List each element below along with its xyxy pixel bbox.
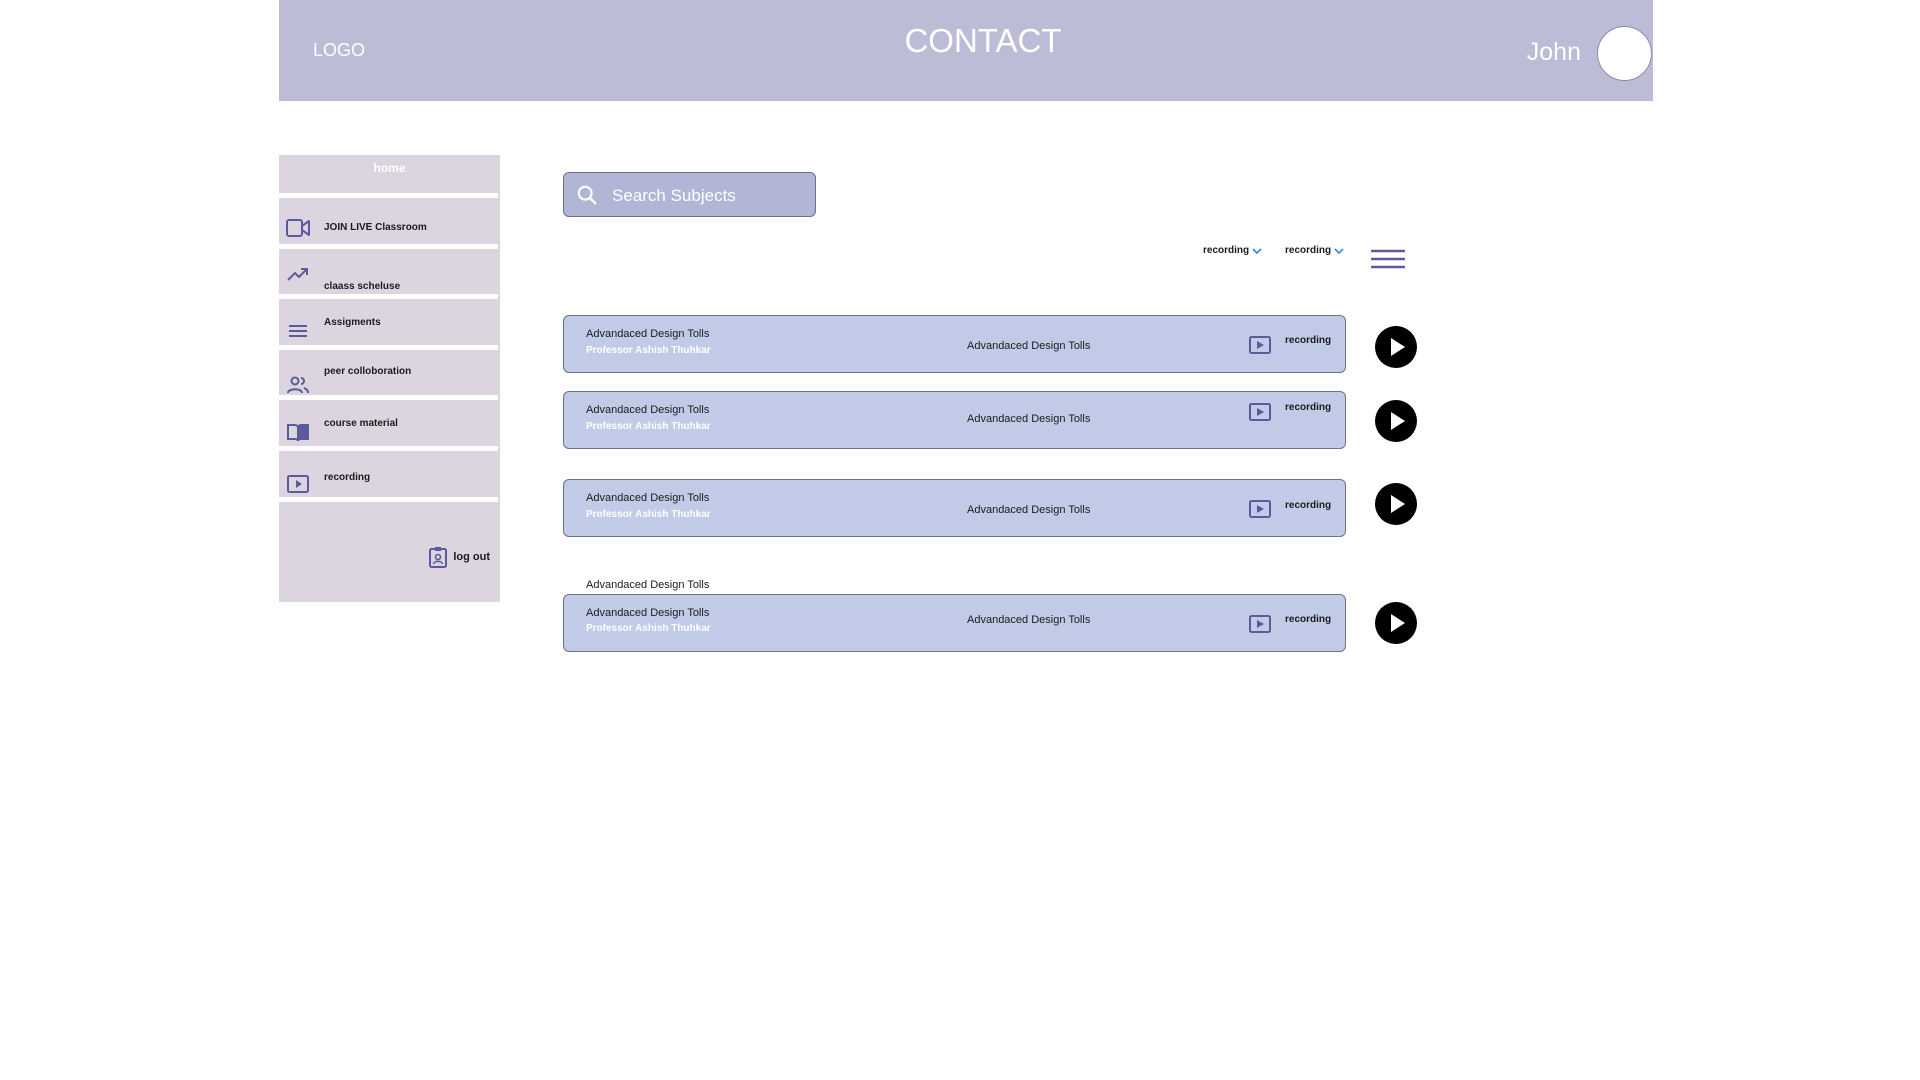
- subject-name: Advandaced Design Tolls: [967, 413, 1091, 425]
- hamburger-menu-icon[interactable]: [1371, 249, 1405, 269]
- search-input[interactable]: [610, 183, 809, 209]
- recording-card[interactable]: Advandaced Design Tolls Professor Ashish…: [563, 594, 1346, 652]
- play-button[interactable]: [1375, 326, 1417, 368]
- recording-filter-dropdown[interactable]: recording: [1285, 245, 1345, 256]
- play-button[interactable]: [1375, 483, 1417, 525]
- page-title: CONTACT: [904, 22, 1062, 59]
- play-button[interactable]: [1375, 602, 1417, 644]
- sidebar-item-home[interactable]: home: [279, 161, 500, 175]
- recording-status: recording: [1285, 500, 1332, 511]
- recording-card[interactable]: Advandaced Design Tolls Professor Ashish…: [563, 315, 1346, 373]
- play-box-icon: [1249, 500, 1271, 518]
- recording-status: recording: [1285, 402, 1332, 413]
- play-icon: [1391, 614, 1405, 632]
- sidebar-item-label: peer colloboration: [324, 366, 412, 377]
- trending-up-icon: [287, 268, 308, 281]
- avatar[interactable]: [1597, 26, 1652, 81]
- play-box-icon: [287, 475, 309, 493]
- top-header: LOGO CONTACT John: [279, 0, 1653, 101]
- filter-label: recording: [1285, 245, 1332, 256]
- sidebar-item-label: Assigments: [324, 317, 381, 328]
- professor-name: Professor Ashish Thuhkar: [586, 509, 711, 520]
- video-camera-icon: [286, 219, 310, 237]
- course-title: Advandaced Design Tolls: [586, 328, 710, 340]
- open-book-icon: [287, 424, 309, 442]
- sidebar-item-label: course material: [324, 418, 398, 429]
- logout-label: log out: [453, 551, 490, 563]
- recording-card[interactable]: Advandaced Design Tolls Professor Ashish…: [563, 479, 1346, 537]
- username: John: [1526, 38, 1581, 66]
- professor-name: Professor Ashish Thuhkar: [586, 421, 711, 432]
- subject-name: Advandaced Design Tolls: [967, 340, 1091, 352]
- sidebar-item-join-live-classroom[interactable]: JOIN LIVE Classroom: [279, 198, 500, 249]
- list-lines-icon: [289, 325, 307, 337]
- chevron-down-icon: [1334, 247, 1344, 254]
- play-box-icon: [1249, 615, 1271, 633]
- recording-status: recording: [1285, 335, 1332, 346]
- play-box-icon: [1249, 403, 1271, 421]
- play-button[interactable]: [1375, 400, 1417, 442]
- recording-card[interactable]: Advandaced Design Tolls Professor Ashish…: [563, 391, 1346, 449]
- sidebar-item-peer-collaboration[interactable]: peer colloboration: [279, 350, 500, 395]
- course-title: Advandaced Design Tolls: [586, 404, 710, 416]
- chevron-down-icon: [1252, 247, 1262, 254]
- section-label: Advandaced Design Tolls: [586, 579, 710, 591]
- professor-name: Professor Ashish Thuhkar: [586, 345, 711, 356]
- search-box[interactable]: [563, 172, 816, 217]
- sidebar-item-course-material[interactable]: course material: [279, 400, 500, 446]
- sidebar: home JOIN LIVE Classroom claass scheluse…: [279, 155, 500, 602]
- sidebar-divider: [279, 497, 498, 502]
- sidebar-item-label: recording: [324, 472, 371, 483]
- sidebar-item-class-schedule[interactable]: claass scheluse: [279, 249, 500, 295]
- sidebar-item-recording[interactable]: recording: [279, 451, 500, 497]
- search-icon: [577, 185, 597, 205]
- professor-name: Professor Ashish Thuhkar: [586, 623, 711, 634]
- play-icon: [1391, 495, 1405, 513]
- sidebar-item-label: claass scheluse: [324, 281, 401, 292]
- recording-status: recording: [1285, 614, 1332, 625]
- logout-button[interactable]: log out: [429, 546, 490, 568]
- play-box-icon: [1249, 336, 1271, 354]
- filter-label: recording: [1203, 245, 1250, 256]
- play-icon: [1391, 338, 1405, 356]
- sidebar-item-assignments[interactable]: Assigments: [279, 299, 500, 345]
- course-title: Advandaced Design Tolls: [586, 492, 710, 504]
- sidebar-item-label: JOIN LIVE Classroom: [324, 222, 427, 233]
- people-icon: [287, 376, 309, 394]
- subject-name: Advandaced Design Tolls: [967, 504, 1091, 516]
- play-icon: [1391, 412, 1405, 430]
- badge-icon: [429, 547, 448, 568]
- recording-filter-dropdown[interactable]: recording: [1203, 245, 1263, 256]
- subject-name: Advandaced Design Tolls: [967, 614, 1091, 626]
- course-title: Advandaced Design Tolls: [586, 607, 710, 619]
